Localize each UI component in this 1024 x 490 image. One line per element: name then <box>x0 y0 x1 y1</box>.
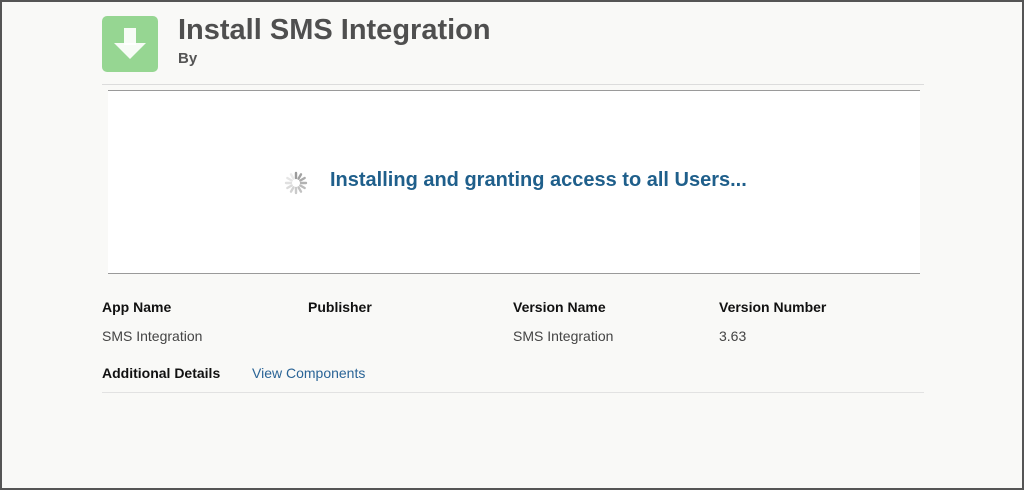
header-divider <box>102 84 924 85</box>
progress-message: Installing and granting access to all Us… <box>330 169 747 191</box>
version-name-value: SMS Integration <box>513 328 614 344</box>
view-components-link[interactable]: View Components <box>252 365 365 381</box>
details-divider <box>102 392 924 393</box>
version-number-value: 3.63 <box>719 328 747 344</box>
app-name-header: App Name <box>102 299 172 315</box>
progress-panel: Installing and granting access to all Us… <box>108 90 920 274</box>
download-arrow-icon <box>102 16 158 72</box>
additional-details-label: Additional Details <box>102 365 221 381</box>
version-number-header: Version Number <box>719 299 827 315</box>
page-title: Install SMS Integration <box>178 14 491 46</box>
window-frame: Install SMS Integration By Installing an… <box>0 0 1024 490</box>
loading-spinner-icon <box>284 171 308 195</box>
install-page: Install SMS Integration By Installing an… <box>2 2 1022 488</box>
version-name-header: Version Name <box>513 299 606 315</box>
app-name-value: SMS Integration <box>102 328 203 344</box>
publisher-header: Publisher <box>308 299 372 315</box>
publisher-by-label: By <box>178 50 198 67</box>
